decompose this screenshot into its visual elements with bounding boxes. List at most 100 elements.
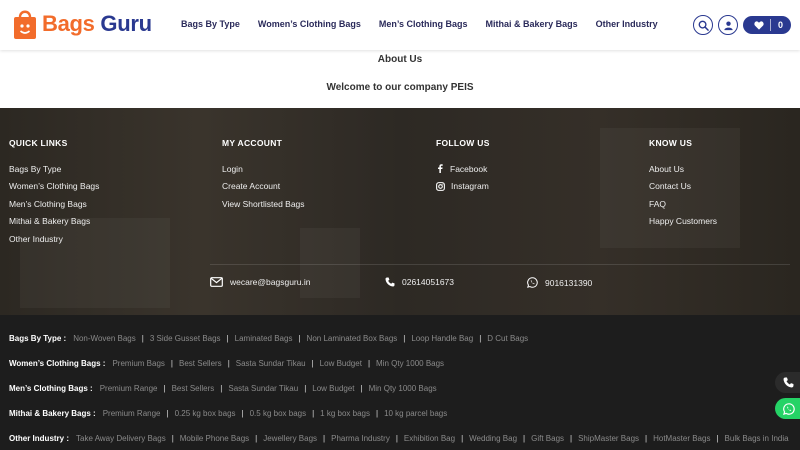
quick-link-other-industry[interactable]: Other Industry xyxy=(9,230,99,248)
about-welcome-text: Welcome to our company PEIS xyxy=(326,82,474,93)
favorites-button[interactable]: 0 xyxy=(743,16,791,34)
category-link[interactable]: 3 Side Gusset Bags xyxy=(150,334,221,343)
account-button[interactable] xyxy=(718,15,738,35)
about-us-link[interactable]: About Us xyxy=(649,160,717,178)
category-link[interactable]: Wedding Bag xyxy=(469,434,517,443)
category-link[interactable]: Low Budget xyxy=(312,384,354,393)
quick-links-column: QUICK LINKS Bags By Type Women’s Clothin… xyxy=(9,138,99,248)
category-link[interactable]: ShipMaster Bags xyxy=(578,434,639,443)
category-link[interactable]: 0.5 kg box bags xyxy=(250,409,306,418)
separator: | xyxy=(220,384,223,393)
phone-icon xyxy=(783,377,794,388)
shopping-bag-logo-icon xyxy=(13,8,37,40)
whatsapp-contact[interactable]: 9016131390 xyxy=(527,277,592,288)
category-link[interactable]: Gift Bags xyxy=(531,434,564,443)
category-link[interactable]: Premium Bags xyxy=(112,359,164,368)
category-link[interactable]: Premium Range xyxy=(100,384,158,393)
phone-icon xyxy=(385,277,395,287)
category-link[interactable]: 0.25 kg box bags xyxy=(175,409,236,418)
category-link[interactable]: Non-Woven Bags xyxy=(73,334,136,343)
email-contact[interactable]: wecare@bagsguru.in xyxy=(210,277,310,287)
quick-link-mithai-bakery-bags[interactable]: Mithai & Bakery Bags xyxy=(9,213,99,231)
separator: | xyxy=(367,359,371,368)
heart-icon xyxy=(754,20,764,30)
separator: | xyxy=(323,434,326,443)
whatsapp-icon xyxy=(527,277,538,288)
category-link[interactable]: Jewellery Bags xyxy=(263,434,317,443)
separator: | xyxy=(241,409,244,418)
whatsapp-icon xyxy=(783,402,795,415)
instagram-label: Instagram xyxy=(451,181,489,192)
nav-item-mens-clothing-bags[interactable]: Men’s Clothing Bags xyxy=(379,19,468,29)
facebook-icon xyxy=(438,164,443,174)
know-us-column: KNOW US About Us Contact Us FAQ Happy Cu… xyxy=(649,138,717,230)
separator: | xyxy=(255,434,258,443)
category-link[interactable]: Sasta Sundar Tikau xyxy=(236,359,306,368)
category-link[interactable]: Sasta Sundar Tikau xyxy=(228,384,298,393)
email-address: wecare@bagsguru.in xyxy=(230,277,311,287)
brand-logo[interactable]: Bags Guru xyxy=(13,8,152,40)
category-link[interactable]: 1 kg box bags xyxy=(320,409,370,418)
floating-call-button[interactable] xyxy=(775,372,800,393)
category-link[interactable]: HotMaster Bags xyxy=(653,434,710,443)
site-header: Bags Guru Bags By Type Women’s Clothing … xyxy=(0,0,800,50)
separator: | xyxy=(141,334,144,343)
quick-link-mens-clothing-bags[interactable]: Men’s Clothing Bags xyxy=(9,195,99,213)
my-account-column: MY ACCOUNT Login Create Account View Sho… xyxy=(222,138,305,213)
contact-us-link[interactable]: Contact Us xyxy=(649,178,717,196)
view-shortlisted-bags-link[interactable]: View Shortlisted Bags xyxy=(222,195,305,213)
nav-item-womens-clothing-bags[interactable]: Women’s Clothing Bags xyxy=(258,19,361,29)
category-row-mens-clothing-bags: Men’s Clothing Bags : Premium Range | Bes… xyxy=(9,384,437,393)
separator: | xyxy=(226,334,229,343)
quick-link-womens-clothing-bags[interactable]: Women’s Clothing Bags xyxy=(9,178,99,196)
separator: | xyxy=(227,359,230,368)
separator: | xyxy=(312,409,315,418)
category-link[interactable]: Min Qty 1000 Bags xyxy=(369,384,437,393)
nav-item-mithai-bakery-bags[interactable]: Mithai & Bakery Bags xyxy=(486,19,578,29)
login-link[interactable]: Login xyxy=(222,160,305,178)
quick-link-bags-by-type[interactable]: Bags By Type xyxy=(9,160,99,178)
category-link[interactable]: Exhibition Bag xyxy=(404,434,455,443)
happy-customers-link[interactable]: Happy Customers xyxy=(649,213,717,231)
main-nav: Bags By Type Women’s Clothing Bags Men’s… xyxy=(181,19,676,29)
follow-us-heading: FOLLOW US xyxy=(436,138,490,148)
category-link[interactable]: 10 kg parcel bags xyxy=(384,409,447,418)
nav-item-other-industry[interactable]: Other Industry xyxy=(596,19,658,29)
category-title: Mithai & Bakery Bags : xyxy=(9,409,96,418)
facebook-label: Facebook xyxy=(450,163,488,174)
category-link[interactable]: Loop Handle Bag xyxy=(411,334,473,343)
category-link[interactable]: Bulk Bags in India xyxy=(725,434,789,443)
create-account-link[interactable]: Create Account xyxy=(222,178,305,196)
separator: | xyxy=(375,409,379,418)
phone-contact[interactable]: 02614051673 xyxy=(385,277,454,287)
category-link[interactable]: Min Qty 1000 Bags xyxy=(376,359,444,368)
separator: | xyxy=(163,384,166,393)
favorites-divider xyxy=(770,19,771,31)
category-link[interactable]: Take Away Delivery Bags xyxy=(76,434,166,443)
category-row-womens-clothing-bags: Women’s Clothing Bags : Premium Bags | Be… xyxy=(9,359,444,368)
nav-item-bags-by-type[interactable]: Bags By Type xyxy=(181,19,240,29)
separator: | xyxy=(645,434,648,443)
separator: | xyxy=(479,334,482,343)
category-link[interactable]: Best Sellers xyxy=(172,384,215,393)
footer-top: QUICK LINKS Bags By Type Women’s Clothin… xyxy=(0,108,800,315)
category-link[interactable]: Non Laminated Box Bags xyxy=(307,334,398,343)
category-link[interactable]: Best Sellers xyxy=(179,359,222,368)
category-row-bags-by-type: Bags By Type : Non-Woven Bags | 3 Side Gu… xyxy=(9,334,528,343)
category-link[interactable]: Pharma Industry xyxy=(331,434,390,443)
category-row-mithai-bakery-bags: Mithai & Bakery Bags : Premium Range | 0.… xyxy=(9,409,447,418)
category-row-other-industry: Other Industry : Take Away Delivery Bags… xyxy=(9,434,789,443)
category-link[interactable]: Low Budget xyxy=(320,359,362,368)
category-link[interactable]: Laminated Bags xyxy=(235,334,293,343)
separator: | xyxy=(170,359,173,368)
facebook-link[interactable]: Facebook xyxy=(436,160,490,178)
category-title: Bags By Type : xyxy=(9,334,67,343)
instagram-link[interactable]: Instagram xyxy=(436,178,490,196)
category-link[interactable]: Premium Range xyxy=(103,409,161,418)
category-link[interactable]: Mobile Phone Bags xyxy=(180,434,249,443)
search-button[interactable] xyxy=(693,15,713,35)
faq-link[interactable]: FAQ xyxy=(649,195,717,213)
brand-name-part1: Bags xyxy=(42,11,95,36)
floating-whatsapp-button[interactable] xyxy=(775,398,800,419)
category-link[interactable]: D Cut Bags xyxy=(487,334,528,343)
